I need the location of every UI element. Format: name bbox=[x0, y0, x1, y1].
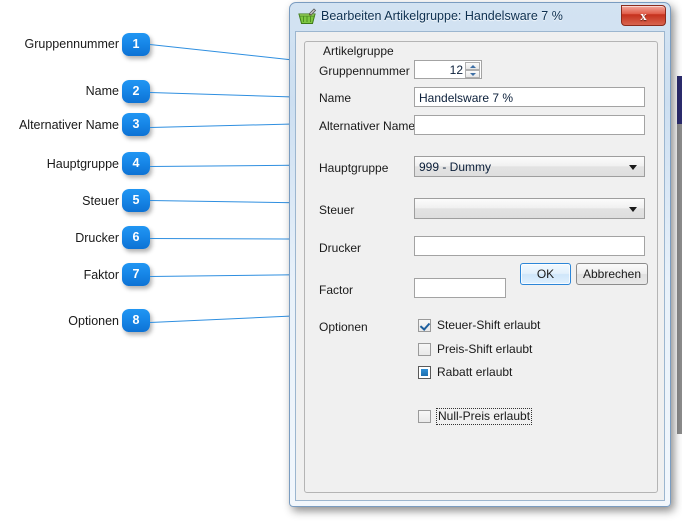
checkbox-label: Steuer-Shift erlaubt bbox=[437, 318, 541, 332]
drucker-input[interactable] bbox=[414, 236, 645, 256]
edge-artifact-strip bbox=[677, 76, 682, 124]
gruppennummer-spinner[interactable]: 12 bbox=[414, 60, 482, 79]
close-icon: x bbox=[640, 8, 647, 23]
callout-label-2: Name bbox=[85, 84, 119, 98]
hauptgruppe-select[interactable]: 999 - Dummy bbox=[414, 156, 645, 177]
hauptgruppe-chevron-down-icon[interactable] bbox=[629, 165, 637, 170]
callout-badge-3: 3 bbox=[122, 113, 150, 136]
alternativer-name-label: Alternativer Name bbox=[319, 119, 416, 133]
basket-edit-icon bbox=[298, 8, 316, 24]
spinner-buttons[interactable] bbox=[465, 62, 480, 79]
alternativer-name-input[interactable] bbox=[414, 115, 645, 135]
dialog-window: Bearbeiten Artikelgruppe: Handelsware 7 … bbox=[289, 2, 671, 507]
name-input[interactable]: Handelsware 7 % bbox=[414, 87, 645, 107]
checkbox-icon-unchecked[interactable] bbox=[418, 343, 431, 356]
drucker-label: Drucker bbox=[319, 241, 362, 255]
callout-badge-8: 8 bbox=[122, 309, 150, 332]
callout-label-1: Gruppennummer bbox=[24, 37, 120, 51]
callout-label-6: Drucker bbox=[75, 231, 119, 245]
checkbox-label: Rabatt erlaubt bbox=[437, 365, 513, 379]
dialog-client-area: Artikelgruppe Gruppennummer 12 Name Hand… bbox=[295, 31, 665, 501]
edge-artifact-strip-gray bbox=[677, 124, 682, 434]
callout-label-3: Alternativer Name bbox=[18, 118, 119, 132]
chevron-down-icon bbox=[470, 73, 476, 76]
callout-badge-5: 5 bbox=[122, 189, 150, 212]
callout-badge-4: 4 bbox=[122, 152, 150, 175]
callout-badge-6: 6 bbox=[122, 226, 150, 249]
hauptgruppe-label: Hauptgruppe bbox=[319, 161, 389, 175]
name-label: Name bbox=[319, 91, 352, 105]
gruppennummer-value: 12 bbox=[449, 63, 463, 77]
callout-badge-1: 1 bbox=[122, 33, 150, 56]
window-title: Bearbeiten Artikelgruppe: Handelsware 7 … bbox=[321, 9, 563, 23]
steuer-label: Steuer bbox=[319, 203, 355, 217]
factor-label: Factor bbox=[319, 283, 354, 297]
gruppennummer-label: Gruppennummer bbox=[319, 64, 410, 78]
callout-label-8: Optionen bbox=[68, 314, 119, 328]
checkbox-icon-checked[interactable] bbox=[418, 319, 431, 332]
factor-input[interactable] bbox=[414, 278, 506, 298]
checkbox-icon-unchecked[interactable] bbox=[418, 410, 431, 423]
chevron-up-icon bbox=[470, 65, 476, 68]
spinner-down-button[interactable] bbox=[465, 70, 480, 78]
callout-label-5: Steuer bbox=[82, 194, 119, 208]
groupbox-title: Artikelgruppe bbox=[319, 44, 398, 58]
screenshot-root: Gruppennummer 1 Name 2 Alternativer Name… bbox=[0, 0, 682, 522]
spinner-up-button[interactable] bbox=[465, 62, 480, 70]
callout-label-7: Faktor bbox=[83, 268, 119, 282]
cancel-button[interactable]: Abbrechen bbox=[576, 263, 648, 285]
checkbox-label: Null-Preis erlaubt bbox=[435, 408, 533, 425]
steuer-chevron-down-icon[interactable] bbox=[629, 207, 637, 212]
title-bar[interactable]: Bearbeiten Artikelgruppe: Handelsware 7 … bbox=[290, 3, 670, 31]
callout-badge-7: 7 bbox=[122, 263, 150, 286]
steuer-select[interactable] bbox=[414, 198, 645, 219]
optionen-label: Optionen bbox=[319, 320, 368, 334]
ok-button[interactable]: OK bbox=[520, 263, 571, 285]
callout-label-4: Hauptgruppe bbox=[46, 157, 119, 171]
checkbox-label: Preis-Shift erlaubt bbox=[437, 342, 533, 356]
callout-badge-2: 2 bbox=[122, 80, 150, 103]
checkbox-icon-filled[interactable] bbox=[418, 366, 431, 379]
close-button[interactable]: x bbox=[621, 5, 666, 26]
